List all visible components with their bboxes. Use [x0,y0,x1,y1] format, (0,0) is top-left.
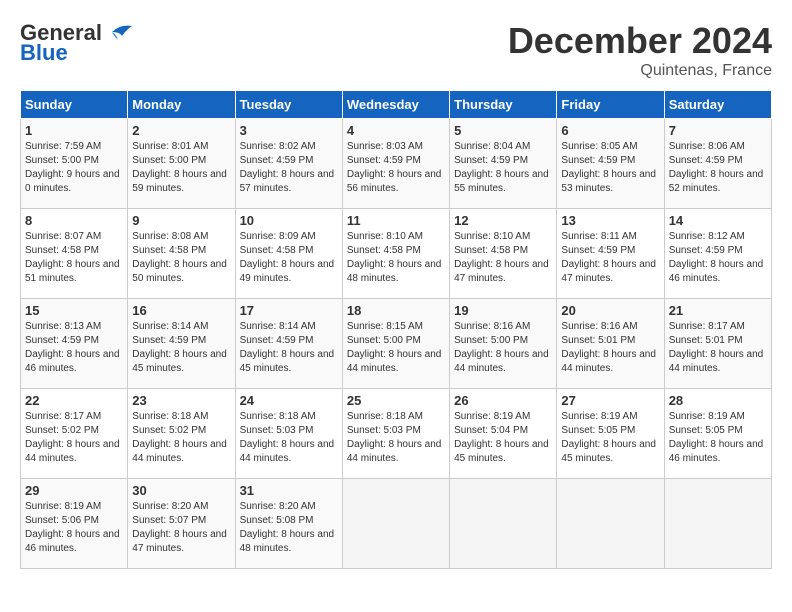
col-friday: Friday [557,91,664,119]
table-row: 4Sunrise: 8:03 AMSunset: 4:59 PMDaylight… [342,119,449,209]
table-row: 7Sunrise: 8:06 AMSunset: 4:59 PMDaylight… [664,119,771,209]
table-row: 29Sunrise: 8:19 AMSunset: 5:06 PMDayligh… [21,479,128,569]
table-row: 8Sunrise: 8:07 AMSunset: 4:58 PMDaylight… [21,209,128,299]
table-row: 13Sunrise: 8:11 AMSunset: 4:59 PMDayligh… [557,209,664,299]
logo: General Blue [20,20,134,66]
table-row: 17Sunrise: 8:14 AMSunset: 4:59 PMDayligh… [235,299,342,389]
month-title: December 2024 [508,20,772,62]
table-row: 14Sunrise: 8:12 AMSunset: 4:59 PMDayligh… [664,209,771,299]
table-row: 22Sunrise: 8:17 AMSunset: 5:02 PMDayligh… [21,389,128,479]
table-row: 2Sunrise: 8:01 AMSunset: 5:00 PMDaylight… [128,119,235,209]
table-row: 10Sunrise: 8:09 AMSunset: 4:58 PMDayligh… [235,209,342,299]
calendar-table: Sunday Monday Tuesday Wednesday Thursday… [20,90,772,569]
table-row: 16Sunrise: 8:14 AMSunset: 4:59 PMDayligh… [128,299,235,389]
table-row: 21Sunrise: 8:17 AMSunset: 5:01 PMDayligh… [664,299,771,389]
page-header: General Blue December 2024 Quintenas, Fr… [20,20,772,80]
table-row: 28Sunrise: 8:19 AMSunset: 5:05 PMDayligh… [664,389,771,479]
table-row: 6Sunrise: 8:05 AMSunset: 4:59 PMDaylight… [557,119,664,209]
table-row: 24Sunrise: 8:18 AMSunset: 5:03 PMDayligh… [235,389,342,479]
table-row [450,479,557,569]
location-subtitle: Quintenas, France [508,62,772,80]
col-wednesday: Wednesday [342,91,449,119]
table-row [342,479,449,569]
table-row: 25Sunrise: 8:18 AMSunset: 5:03 PMDayligh… [342,389,449,479]
table-row: 12Sunrise: 8:10 AMSunset: 4:58 PMDayligh… [450,209,557,299]
col-monday: Monday [128,91,235,119]
table-row: 3Sunrise: 8:02 AMSunset: 4:59 PMDaylight… [235,119,342,209]
table-row: 18Sunrise: 8:15 AMSunset: 5:00 PMDayligh… [342,299,449,389]
table-row [664,479,771,569]
logo-bird-icon [102,22,134,44]
table-row: 5Sunrise: 8:04 AMSunset: 4:59 PMDaylight… [450,119,557,209]
table-row: 31Sunrise: 8:20 AMSunset: 5:08 PMDayligh… [235,479,342,569]
table-row: 15Sunrise: 8:13 AMSunset: 4:59 PMDayligh… [21,299,128,389]
calendar-header-row: Sunday Monday Tuesday Wednesday Thursday… [21,91,772,119]
table-row: 20Sunrise: 8:16 AMSunset: 5:01 PMDayligh… [557,299,664,389]
col-thursday: Thursday [450,91,557,119]
table-row: 27Sunrise: 8:19 AMSunset: 5:05 PMDayligh… [557,389,664,479]
table-row: 26Sunrise: 8:19 AMSunset: 5:04 PMDayligh… [450,389,557,479]
title-area: December 2024 Quintenas, France [508,20,772,80]
col-sunday: Sunday [21,91,128,119]
table-row: 30Sunrise: 8:20 AMSunset: 5:07 PMDayligh… [128,479,235,569]
logo-blue: Blue [20,40,68,66]
table-row: 9Sunrise: 8:08 AMSunset: 4:58 PMDaylight… [128,209,235,299]
col-saturday: Saturday [664,91,771,119]
table-row: 19Sunrise: 8:16 AMSunset: 5:00 PMDayligh… [450,299,557,389]
table-row: 11Sunrise: 8:10 AMSunset: 4:58 PMDayligh… [342,209,449,299]
table-row [557,479,664,569]
col-tuesday: Tuesday [235,91,342,119]
table-row: 1Sunrise: 7:59 AMSunset: 5:00 PMDaylight… [21,119,128,209]
table-row: 23Sunrise: 8:18 AMSunset: 5:02 PMDayligh… [128,389,235,479]
